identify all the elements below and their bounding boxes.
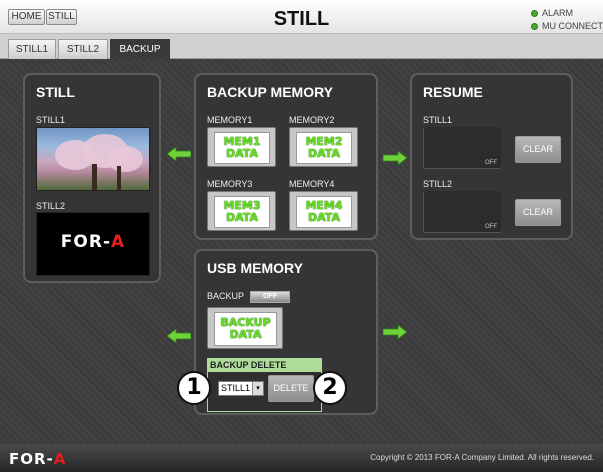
main-area: STILL STILL1 STILL2 FOR-A BACKUP MEMORY … bbox=[0, 59, 603, 444]
tab-bar: STILL1 STILL2 BACKUP bbox=[0, 34, 603, 60]
footer-logo: FOR-A bbox=[9, 450, 67, 468]
resume-still2-slot: OFF bbox=[423, 191, 501, 233]
memory1-label: MEMORY1 bbox=[207, 115, 253, 125]
backup-memory-title: BACKUP MEMORY bbox=[207, 84, 334, 100]
delete-button[interactable]: DELETE bbox=[268, 375, 314, 402]
copyright-text: Copyright © 2013 FOR-A Company Limited. … bbox=[370, 453, 594, 462]
memory2-slot[interactable]: MEM2 DATA bbox=[289, 127, 358, 167]
memory3-label: MEMORY3 bbox=[207, 179, 253, 189]
memory4-label: MEMORY4 bbox=[289, 179, 335, 189]
memory2-label: MEMORY2 bbox=[289, 115, 335, 125]
still2-thumbnail: FOR-A bbox=[36, 212, 150, 276]
mu-connect-led-icon bbox=[531, 23, 538, 30]
backup-memory-panel: BACKUP MEMORY MEMORY1 MEM1 DATA MEMORY2 M… bbox=[194, 73, 378, 240]
still-select[interactable]: STILL1 ▾ bbox=[218, 381, 264, 396]
resume-still1-label: STILL1 bbox=[423, 115, 453, 125]
usb-backup-label: BACKUP bbox=[207, 291, 245, 301]
left-arrow-usb-icon bbox=[167, 329, 191, 343]
clear-still2-button[interactable]: CLEAR bbox=[515, 199, 561, 226]
left-arrow-icon bbox=[167, 147, 191, 161]
tab-backup[interactable]: BACKUP bbox=[110, 39, 170, 60]
usb-backup-slot[interactable]: BACKUP DATA bbox=[207, 307, 283, 349]
mu-connect-indicator: MU CONNECT bbox=[531, 21, 603, 31]
still-panel: STILL STILL1 STILL2 FOR-A bbox=[23, 73, 161, 283]
callout-1: 1 bbox=[177, 371, 211, 405]
usb-backup-toggle[interactable]: OFF bbox=[250, 291, 290, 303]
backup-delete-header: BACKUP DELETE bbox=[207, 358, 322, 372]
alarm-indicator: ALARM bbox=[531, 8, 573, 18]
right-arrow-icon bbox=[383, 151, 407, 165]
memory1-slot[interactable]: MEM1 DATA bbox=[207, 127, 276, 167]
callout-2: 2 bbox=[313, 371, 347, 405]
resume-panel: RESUME STILL1 OFF CLEAR STILL2 OFF CLEAR bbox=[410, 73, 573, 240]
memory3-slot[interactable]: MEM3 DATA bbox=[207, 191, 276, 231]
resume-still2-state: OFF bbox=[485, 224, 497, 230]
memory3-data-card: MEM3 DATA bbox=[214, 196, 270, 228]
memory2-data-card: MEM2 DATA bbox=[296, 132, 352, 164]
footer-bar: FOR-A Copyright © 2013 FOR-A Company Lim… bbox=[0, 444, 603, 472]
alarm-label: ALARM bbox=[542, 8, 574, 18]
header-bar: HOME STILL STILL ALARM MU CONNECT bbox=[0, 0, 603, 34]
still1-thumbnail bbox=[36, 127, 150, 191]
memory1-data-card: MEM1 DATA bbox=[214, 132, 270, 164]
tab-still2[interactable]: STILL2 bbox=[58, 39, 108, 59]
still-select-value: STILL1 bbox=[221, 383, 251, 393]
tab-still1[interactable]: STILL1 bbox=[8, 39, 56, 59]
mu-connect-label: MU CONNECT bbox=[542, 21, 603, 31]
page-title: STILL bbox=[273, 8, 330, 30]
memory4-data-card: MEM4 DATA bbox=[296, 196, 352, 228]
right-arrow-usb-icon bbox=[383, 325, 407, 339]
resume-still1-state: OFF bbox=[485, 160, 497, 166]
resume-still2-label: STILL2 bbox=[423, 179, 453, 189]
dropdown-arrow-icon[interactable]: ▾ bbox=[252, 382, 263, 395]
backup-delete-box: STILL1 ▾ DELETE bbox=[207, 372, 322, 412]
still1-label: STILL1 bbox=[36, 115, 66, 125]
resume-title: RESUME bbox=[423, 84, 483, 100]
usb-memory-title: USB MEMORY bbox=[207, 260, 303, 276]
fora-logo: FOR-A bbox=[60, 232, 126, 252]
usb-memory-panel: USB MEMORY BACKUP OFF BACKUP DATA BACKUP … bbox=[194, 249, 378, 415]
still2-label: STILL2 bbox=[36, 201, 66, 211]
clear-still1-button[interactable]: CLEAR bbox=[515, 136, 561, 163]
resume-still1-slot: OFF bbox=[423, 127, 501, 169]
memory4-slot[interactable]: MEM4 DATA bbox=[289, 191, 358, 231]
usb-backup-data-card: BACKUP DATA bbox=[214, 312, 277, 346]
still-panel-title: STILL bbox=[36, 84, 75, 100]
alarm-led-icon bbox=[531, 10, 538, 17]
